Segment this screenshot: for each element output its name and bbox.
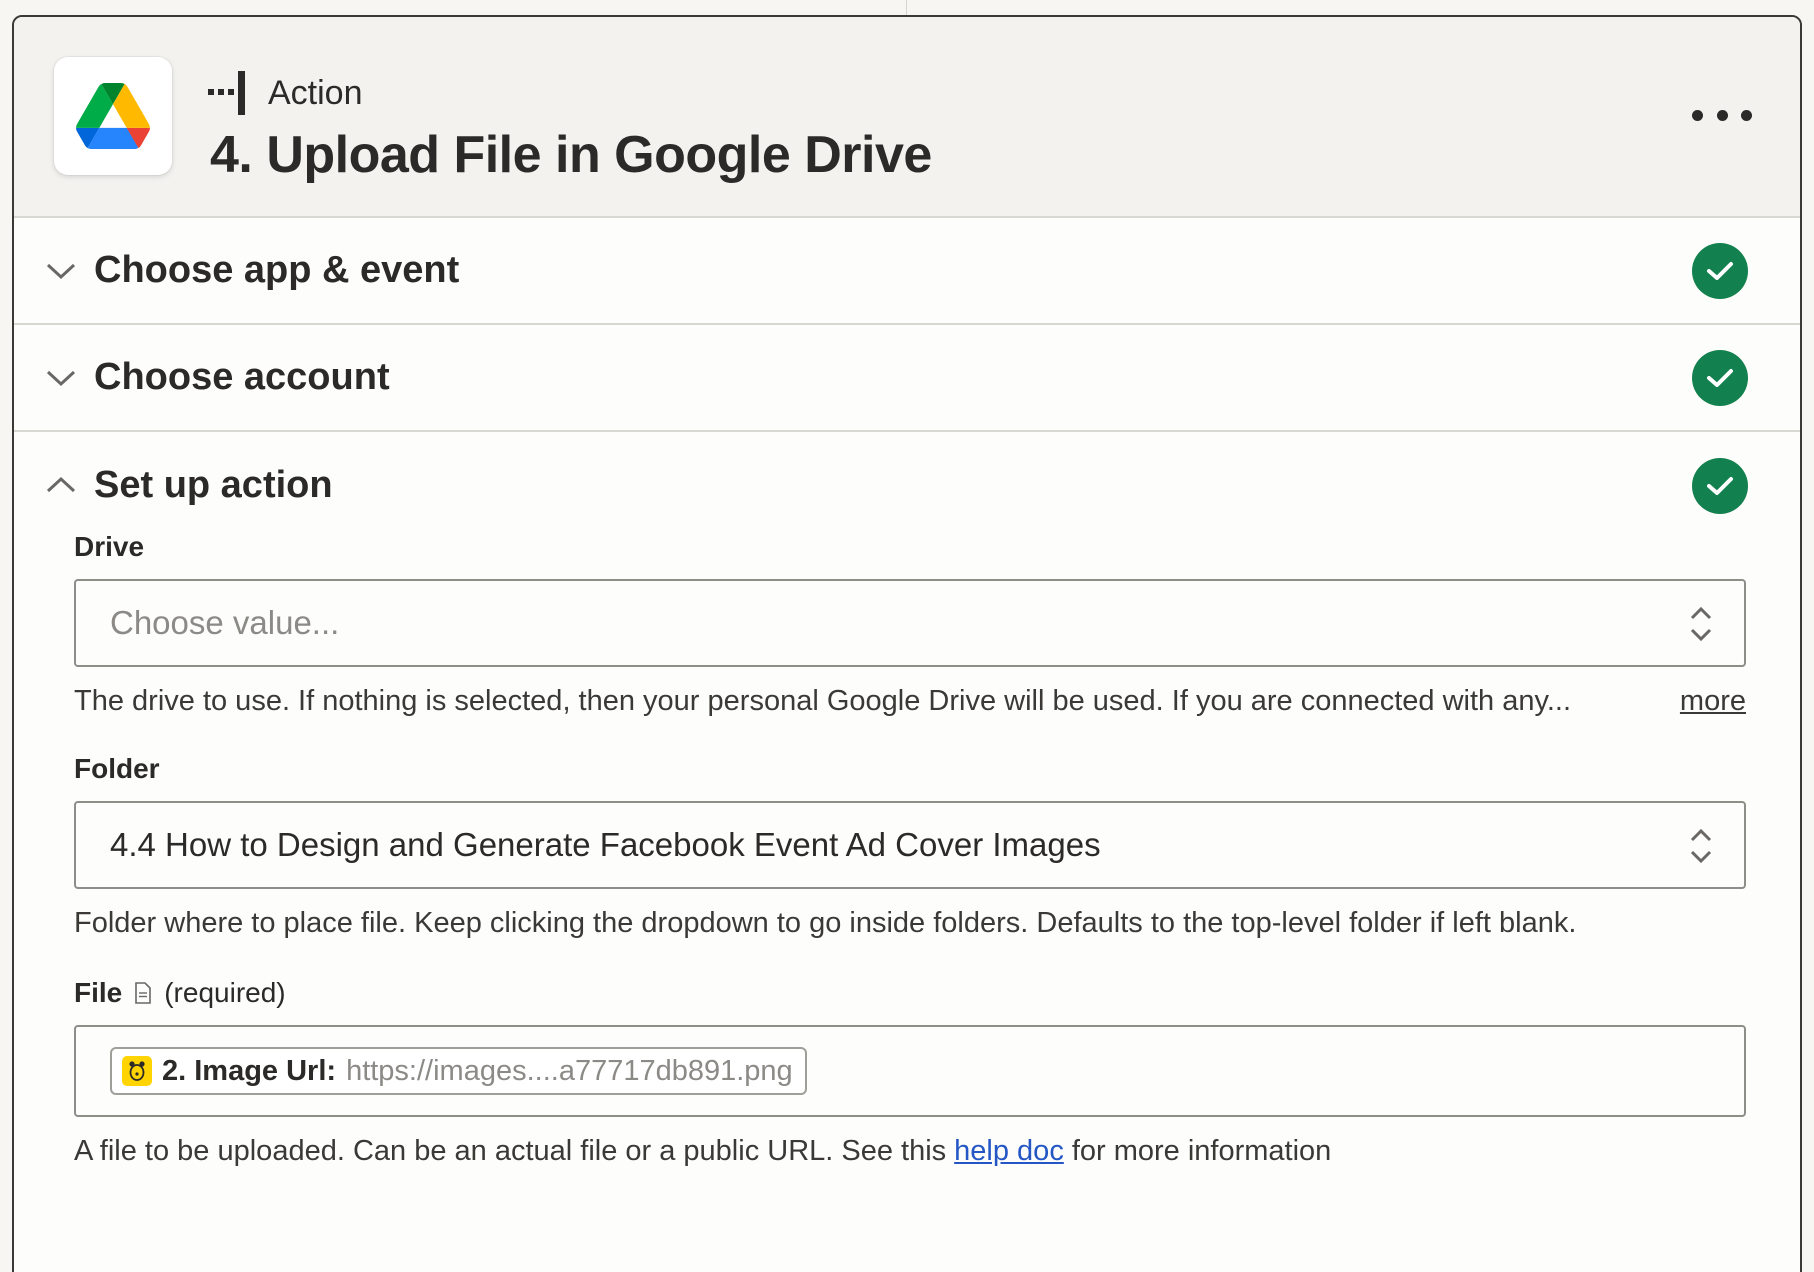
file-label: File (required) bbox=[74, 977, 286, 1008]
action-form: Drive Choose value... The drive to use. … bbox=[74, 527, 1746, 1171]
step-header: Action 4. Upload File in Google Drive bbox=[14, 17, 1800, 218]
help-doc-link[interactable]: help doc bbox=[954, 1135, 1064, 1168]
google-drive-icon bbox=[54, 57, 172, 175]
drive-label: Drive bbox=[74, 531, 145, 562]
required-indicator: (required) bbox=[164, 977, 286, 1008]
select-arrows-icon bbox=[1690, 606, 1712, 642]
section-title: Set up action bbox=[94, 464, 333, 506]
folder-value: 4.4 How to Design and Generate Facebook … bbox=[110, 826, 1101, 863]
drive-select[interactable]: Choose value... bbox=[74, 579, 1746, 667]
file-help-text: A file to be uploaded. Can be an actual … bbox=[74, 1134, 1332, 1168]
step-title: 4. Upload File in Google Drive bbox=[210, 126, 932, 184]
document-icon bbox=[135, 982, 152, 1004]
chevron-down-icon bbox=[46, 263, 76, 280]
section-choose-app-event[interactable]: Choose app & event bbox=[14, 218, 1800, 325]
pill-value: https://images....a77717db891.png bbox=[346, 1054, 793, 1087]
section-title: Choose app & event bbox=[94, 249, 460, 291]
drive-help-text: The drive to use. If nothing is selected… bbox=[74, 684, 1746, 718]
mapped-field-pill[interactable]: 2. Image Url: https://images....a77717db… bbox=[110, 1047, 807, 1095]
section-title: Choose account bbox=[94, 356, 390, 398]
section-choose-account[interactable]: Choose account bbox=[14, 325, 1800, 432]
step-type: Action bbox=[208, 67, 363, 119]
chevron-down-icon bbox=[46, 370, 76, 387]
action-step-icon bbox=[208, 67, 246, 119]
background-divider bbox=[906, 0, 907, 16]
section-set-up-action[interactable]: Set up action bbox=[14, 432, 1800, 539]
file-input[interactable]: 2. Image Url: https://images....a77717db… bbox=[74, 1025, 1746, 1117]
check-complete-icon bbox=[1692, 457, 1748, 514]
more-horizontal-icon[interactable] bbox=[1692, 97, 1752, 133]
bannerbear-icon bbox=[122, 1056, 152, 1086]
drive-placeholder: Choose value... bbox=[110, 604, 340, 641]
step-type-label: Action bbox=[268, 73, 363, 112]
folder-label: Folder bbox=[74, 753, 160, 784]
drive-more-link[interactable]: more bbox=[1680, 685, 1746, 718]
chevron-up-icon bbox=[46, 476, 76, 493]
check-complete-icon bbox=[1692, 242, 1748, 299]
pill-label: 2. Image Url: bbox=[162, 1054, 337, 1087]
check-complete-icon bbox=[1692, 349, 1748, 406]
select-arrows-icon bbox=[1690, 828, 1712, 864]
action-step-card: Action 4. Upload File in Google Drive Ch… bbox=[12, 15, 1802, 1272]
folder-help-text: Folder where to place file. Keep clickin… bbox=[74, 906, 1577, 939]
folder-select[interactable]: 4.4 How to Design and Generate Facebook … bbox=[74, 801, 1746, 889]
